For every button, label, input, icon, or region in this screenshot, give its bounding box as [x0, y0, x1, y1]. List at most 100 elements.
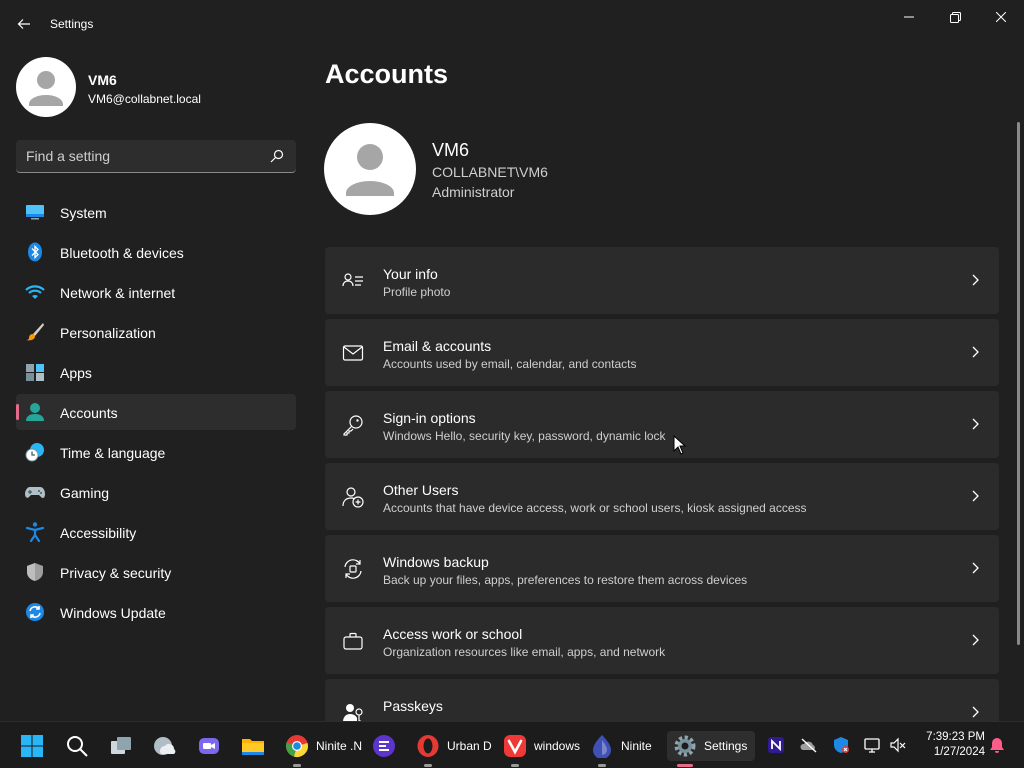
sidebar-item-label: Gaming: [60, 485, 110, 501]
volume-muted-icon[interactable]: [889, 736, 907, 754]
back-button[interactable]: [12, 12, 36, 36]
sidebar-item-label: Accessibility: [60, 525, 137, 541]
briefcase-icon: [343, 632, 363, 650]
sidebar-item-label: Network & internet: [60, 285, 176, 301]
taskbar-app-chrome[interactable]: Ninite .N: [285, 731, 365, 767]
settings-cards: Your info Profile photo Email & accounts…: [325, 247, 999, 721]
sidebar-item-system[interactable]: System: [16, 194, 296, 230]
opera-icon: [417, 735, 439, 757]
taskbar-app-label: windows: [534, 739, 581, 753]
taskbar-app-launcher[interactable]: [372, 731, 396, 761]
teams-button[interactable]: [197, 731, 221, 761]
sidebar-item-gaming[interactable]: Gaming: [16, 474, 296, 510]
search-icon[interactable]: [270, 149, 284, 163]
file-explorer-button[interactable]: [241, 731, 265, 761]
taskbar-app-ninite[interactable]: Ninite: [590, 731, 660, 767]
running-indicator: [598, 764, 606, 767]
update-icon: [26, 603, 44, 621]
card-description: Windows Hello, security key, password, d…: [383, 429, 666, 443]
card-title: Email & accounts: [383, 338, 492, 354]
security-shield-icon[interactable]: [832, 736, 850, 754]
sidebar-item-accounts[interactable]: Accounts: [16, 394, 296, 430]
scrollbar[interactable]: [1017, 122, 1020, 645]
card-description: Accounts used by email, calendar, and co…: [383, 357, 637, 371]
card-description: Organization resources like email, apps,…: [383, 645, 666, 659]
close-button[interactable]: [978, 2, 1024, 32]
user-profile[interactable]: VM6 VM6@collabnet.local: [16, 57, 296, 117]
shield-icon: [27, 563, 43, 581]
title-bar: Settings: [0, 0, 1024, 48]
task-view-button[interactable]: [109, 731, 133, 761]
profile-email: VM6@collabnet.local: [88, 92, 201, 106]
search-input[interactable]: [26, 140, 266, 172]
widgets-button[interactable]: [153, 731, 177, 761]
sidebar-item-bluetooth[interactable]: Bluetooth & devices: [16, 234, 296, 270]
card-windows-backup[interactable]: Windows backup Back up your files, apps,…: [325, 535, 999, 602]
taskbar-search-button[interactable]: [65, 731, 89, 761]
sidebar-item-apps[interactable]: Apps: [16, 354, 296, 390]
avatar: [16, 57, 76, 117]
card-access-work-school[interactable]: Access work or school Organization resou…: [325, 607, 999, 674]
chevron-right-icon: [972, 706, 979, 718]
wifi-icon: [25, 285, 45, 299]
folder-icon: [242, 739, 264, 755]
profile-name: VM6: [88, 72, 117, 88]
sidebar-item-accessibility[interactable]: Accessibility: [16, 514, 296, 550]
tray-app-icon[interactable]: [767, 736, 785, 754]
minimize-button[interactable]: [886, 2, 932, 32]
sidebar-item-label: Personalization: [60, 325, 156, 341]
minimize-icon: [904, 16, 914, 18]
sidebar-item-label: Windows Update: [60, 605, 166, 621]
vivaldi-icon: [504, 735, 526, 757]
card-your-info[interactable]: Your info Profile photo: [325, 247, 999, 314]
taskbar-app-vivaldi[interactable]: windows: [503, 731, 581, 767]
sidebar-item-windows-update[interactable]: Windows Update: [16, 594, 296, 630]
account-avatar: [324, 123, 416, 215]
start-button[interactable]: [20, 731, 44, 761]
card-passkeys[interactable]: Passkeys: [325, 679, 999, 721]
system-clock[interactable]: 7:39:23 PM 1/27/2024: [915, 730, 985, 760]
card-email-accounts[interactable]: Email & accounts Accounts used by email,…: [325, 319, 999, 386]
search-box[interactable]: [16, 140, 296, 173]
paintbrush-icon: [26, 323, 44, 341]
card-title: Sign-in options: [383, 410, 476, 426]
taskbar-app-label: Ninite: [621, 739, 652, 753]
sidebar-item-privacy[interactable]: Privacy & security: [16, 554, 296, 590]
gear-icon: [674, 735, 696, 757]
onedrive-offline-icon[interactable]: [800, 736, 818, 754]
card-sign-in-options[interactable]: Sign-in options Windows Hello, security …: [325, 391, 999, 458]
sidebar-item-label: System: [60, 205, 107, 221]
taskbar-app-label: Urban D: [447, 739, 492, 753]
card-title: Windows backup: [383, 554, 489, 570]
taskbar-app-opera[interactable]: Urban D: [416, 731, 494, 767]
back-arrow-icon: [17, 19, 30, 29]
card-other-users[interactable]: Other Users Accounts that have device ac…: [325, 463, 999, 530]
page-title: Accounts: [325, 59, 449, 89]
sidebar-item-network[interactable]: Network & internet: [16, 274, 296, 310]
mouse-cursor-icon: [673, 435, 687, 455]
sidebar-item-personalization[interactable]: Personalization: [16, 314, 296, 350]
clock-time: 7:39:23 PM: [926, 731, 985, 743]
search-icon: [67, 736, 88, 757]
apps-icon: [26, 364, 44, 381]
card-title: Your info: [383, 266, 438, 282]
add-user-icon: [342, 487, 364, 508]
notification-bell-icon[interactable]: [988, 736, 1006, 754]
app-launcher-icon: [373, 735, 395, 757]
network-icon[interactable]: [863, 736, 881, 754]
running-indicator: [424, 764, 432, 767]
user-silhouette-icon: [346, 144, 394, 196]
sidebar-item-time-language[interactable]: Time & language: [16, 434, 296, 470]
restore-icon: [949, 11, 961, 23]
taskbar-app-settings[interactable]: Settings: [667, 731, 755, 767]
video-chat-icon: [199, 738, 219, 754]
restore-button[interactable]: [932, 2, 978, 32]
running-indicator: [293, 764, 301, 767]
account-role: Administrator: [432, 184, 515, 200]
chrome-icon: [285, 735, 308, 757]
person-details-icon: [342, 273, 363, 287]
bluetooth-icon: [28, 242, 42, 262]
sidebar-item-label: Privacy & security: [60, 565, 172, 581]
chevron-right-icon: [972, 274, 979, 286]
chevron-right-icon: [972, 490, 979, 502]
